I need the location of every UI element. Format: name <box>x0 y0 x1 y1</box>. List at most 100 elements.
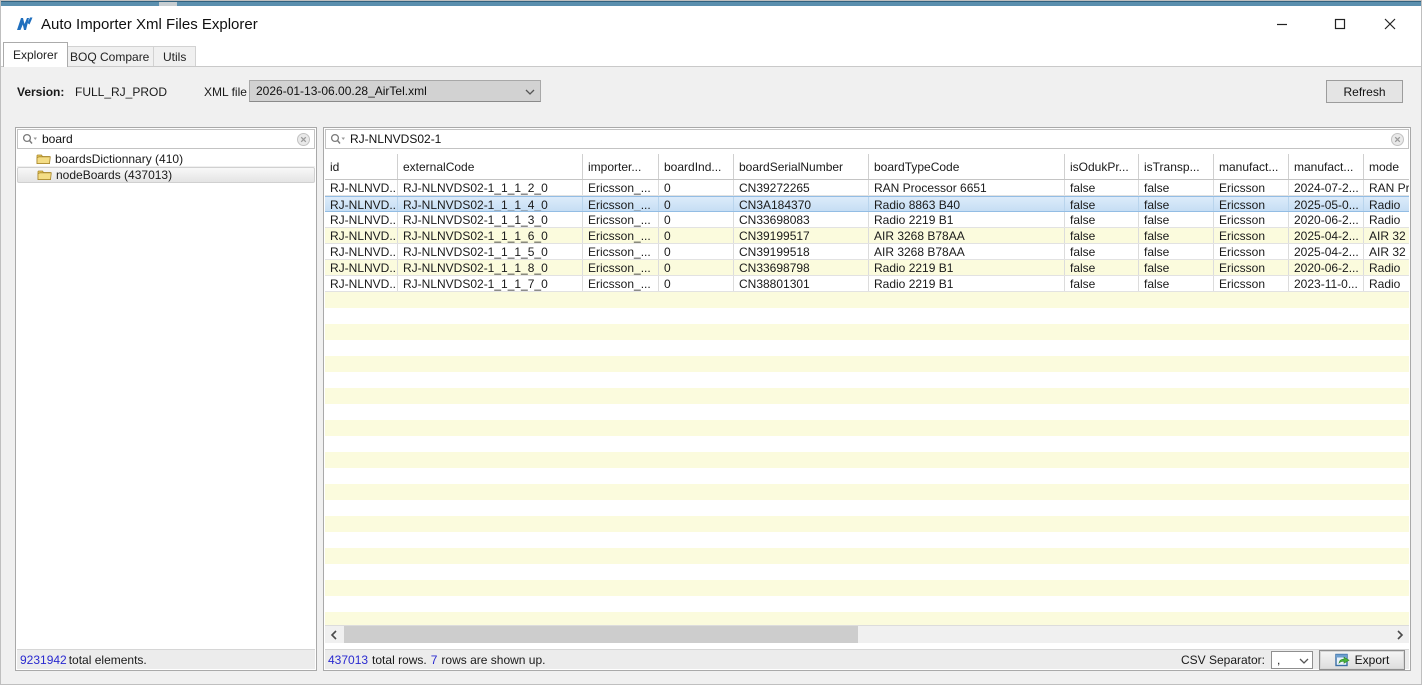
tab-utils[interactable]: Utils <box>153 46 196 67</box>
table-cell: false <box>1139 260 1214 275</box>
table-cell: false <box>1139 180 1214 195</box>
table-row[interactable]: RJ-NLNVD...RJ-NLNVDS02-1_1_1_5_0Ericsson… <box>325 244 1409 260</box>
table-cell: 0 <box>659 244 734 259</box>
refresh-button[interactable]: Refresh <box>1326 80 1403 103</box>
table-cell: Radio 2219 B1 <box>869 276 1065 291</box>
table-cell: 0 <box>659 228 734 243</box>
search-icon <box>18 133 42 145</box>
table-cell: AIR 3268 B78AA <box>869 244 1065 259</box>
close-button[interactable] <box>1367 6 1413 42</box>
table-row[interactable]: RJ-NLNVD...RJ-NLNVDS02-1_1_1_4_0Ericsson… <box>325 196 1409 212</box>
tree-item[interactable]: nodeBoards (437013) <box>17 167 315 183</box>
chevron-down-icon <box>525 88 535 96</box>
table-cell: CN38801301 <box>734 276 869 291</box>
table-header-row: idexternalCodeimporter...boardInd...boar… <box>325 154 1409 180</box>
table-cell: 2020-06-2... <box>1289 260 1364 275</box>
column-header-boardSerialNumber[interactable]: boardSerialNumber <box>734 154 869 179</box>
column-header-mode[interactable]: mode <box>1364 154 1409 179</box>
column-header-externalCode[interactable]: externalCode <box>398 154 583 179</box>
chevron-down-icon <box>1299 657 1309 665</box>
table-cell: false <box>1139 276 1214 291</box>
table-cell: Ericsson_... <box>583 228 659 243</box>
table-cell: false <box>1065 276 1139 291</box>
table-cell: Radio <box>1364 212 1409 227</box>
tree-item-label: boardsDictionnary (410) <box>55 152 183 166</box>
app-window: Auto Importer Xml Files Explorer Explore… <box>0 0 1422 685</box>
shown-rows-count: 7 <box>431 653 438 667</box>
column-header-id[interactable]: id <box>325 154 398 179</box>
table-cell: Ericsson <box>1214 228 1289 243</box>
table-cell: RJ-NLNVDS02-1_1_1_6_0 <box>398 228 583 243</box>
table-cell: Radio 8863 B40 <box>869 197 1065 211</box>
table-cell: 2025-04-2... <box>1289 228 1364 243</box>
table-cell: RJ-NLNVD... <box>325 197 398 211</box>
clear-search-icon[interactable] <box>292 133 314 146</box>
column-header-boardInd[interactable]: boardInd... <box>659 154 734 179</box>
column-header-importer[interactable]: importer... <box>583 154 659 179</box>
table-cell: Ericsson_... <box>583 180 659 195</box>
table-status-bar: 437013 total rows. 7 rows are shown up. … <box>325 649 1409 669</box>
explorer-tab-content: Version: FULL_RJ_PROD XML file 2026-01-1… <box>1 67 1421 684</box>
tree-item[interactable]: boardsDictionnary (410) <box>17 151 315 167</box>
table-cell: Ericsson <box>1214 212 1289 227</box>
table-cell: RAN Processor 6651 <box>869 180 1065 195</box>
tab-explorer[interactable]: Explorer <box>3 42 68 67</box>
table-search-input[interactable] <box>350 131 1386 147</box>
table-row[interactable]: RJ-NLNVD...RJ-NLNVDS02-1_1_1_3_0Ericsson… <box>325 212 1409 228</box>
scroll-right-arrow[interactable] <box>1391 626 1409 643</box>
tree-search-input[interactable] <box>42 131 292 147</box>
table-cell: 2025-05-0... <box>1289 197 1364 211</box>
tab-boq-compare[interactable]: BOQ Compare <box>60 46 159 67</box>
table-cell: AIR 3268 B78AA <box>869 228 1065 243</box>
table-row[interactable]: RJ-NLNVD...RJ-NLNVDS02-1_1_1_6_0Ericsson… <box>325 228 1409 244</box>
column-header-boardTypeCode[interactable]: boardTypeCode <box>869 154 1065 179</box>
title-bar: Auto Importer Xml Files Explorer <box>1 6 1421 42</box>
table-cell: RJ-NLNVD... <box>325 228 398 243</box>
table-cell: RAN Pr <box>1364 180 1409 195</box>
table-cell: false <box>1065 228 1139 243</box>
table-cell: Ericsson_... <box>583 244 659 259</box>
total-rows-count: 437013 <box>328 653 368 667</box>
rows-summary: 437013 total rows. 7 rows are shown up. <box>328 653 545 667</box>
table-cell: Ericsson <box>1214 244 1289 259</box>
xml-file-selected-value: 2026-01-13-06.00.28_AirTel.xml <box>256 84 427 98</box>
table-cell: Ericsson_... <box>583 260 659 275</box>
table-cell: CN39199518 <box>734 244 869 259</box>
csv-separator-value: , <box>1277 653 1280 667</box>
table-cell: RJ-NLNVD... <box>325 180 398 195</box>
table-cell: 2023-11-0... <box>1289 276 1364 291</box>
scroll-left-arrow[interactable] <box>325 626 343 643</box>
table-cell: RJ-NLNVDS02-1_1_1_5_0 <box>398 244 583 259</box>
table-cell: false <box>1065 197 1139 211</box>
folder-icon <box>36 153 51 165</box>
xml-file-combobox[interactable]: 2026-01-13-06.00.28_AirTel.xml <box>249 80 541 102</box>
app-logo-icon <box>15 14 35 34</box>
table-cell: Ericsson_... <box>583 197 659 211</box>
export-button[interactable]: Export <box>1319 650 1405 670</box>
table-row[interactable]: RJ-NLNVD...RJ-NLNVDS02-1_1_1_7_0Ericsson… <box>325 276 1409 292</box>
xml-tree: boardsDictionnary (410)nodeBoards (43701… <box>17 151 315 649</box>
scrollbar-thumb[interactable] <box>344 626 858 643</box>
table-row[interactable]: RJ-NLNVD...RJ-NLNVDS02-1_1_1_8_0Ericsson… <box>325 260 1409 276</box>
clear-search-icon[interactable] <box>1386 133 1408 146</box>
table-cell: false <box>1065 260 1139 275</box>
table-cell: RJ-NLNVDS02-1_1_1_7_0 <box>398 276 583 291</box>
column-header-manufact[interactable]: manufact... <box>1289 154 1364 179</box>
total-elements-text: total elements. <box>69 653 147 667</box>
column-header-isOdukPr[interactable]: isOdukPr... <box>1065 154 1139 179</box>
window-title: Auto Importer Xml Files Explorer <box>41 16 258 33</box>
csv-separator-combobox[interactable]: , <box>1271 651 1313 669</box>
table-cell: 0 <box>659 276 734 291</box>
maximize-button[interactable] <box>1317 6 1363 42</box>
column-header-isTransp[interactable]: isTransp... <box>1139 154 1214 179</box>
column-header-manufact[interactable]: manufact... <box>1214 154 1289 179</box>
table-cell: 0 <box>659 260 734 275</box>
table-row[interactable]: RJ-NLNVD...RJ-NLNVDS02-1_1_1_2_0Ericsson… <box>325 180 1409 196</box>
tree-panel: boardsDictionnary (410)nodeBoards (43701… <box>15 127 317 671</box>
xml-file-label: XML file <box>204 85 247 99</box>
minimize-button[interactable] <box>1259 6 1305 42</box>
table-cell: 2024-07-2... <box>1289 180 1364 195</box>
table-body: RJ-NLNVD...RJ-NLNVDS02-1_1_1_2_0Ericsson… <box>325 180 1409 625</box>
table-cell: RJ-NLNVD... <box>325 212 398 227</box>
shown-rows-text: rows are shown up. <box>441 653 545 667</box>
